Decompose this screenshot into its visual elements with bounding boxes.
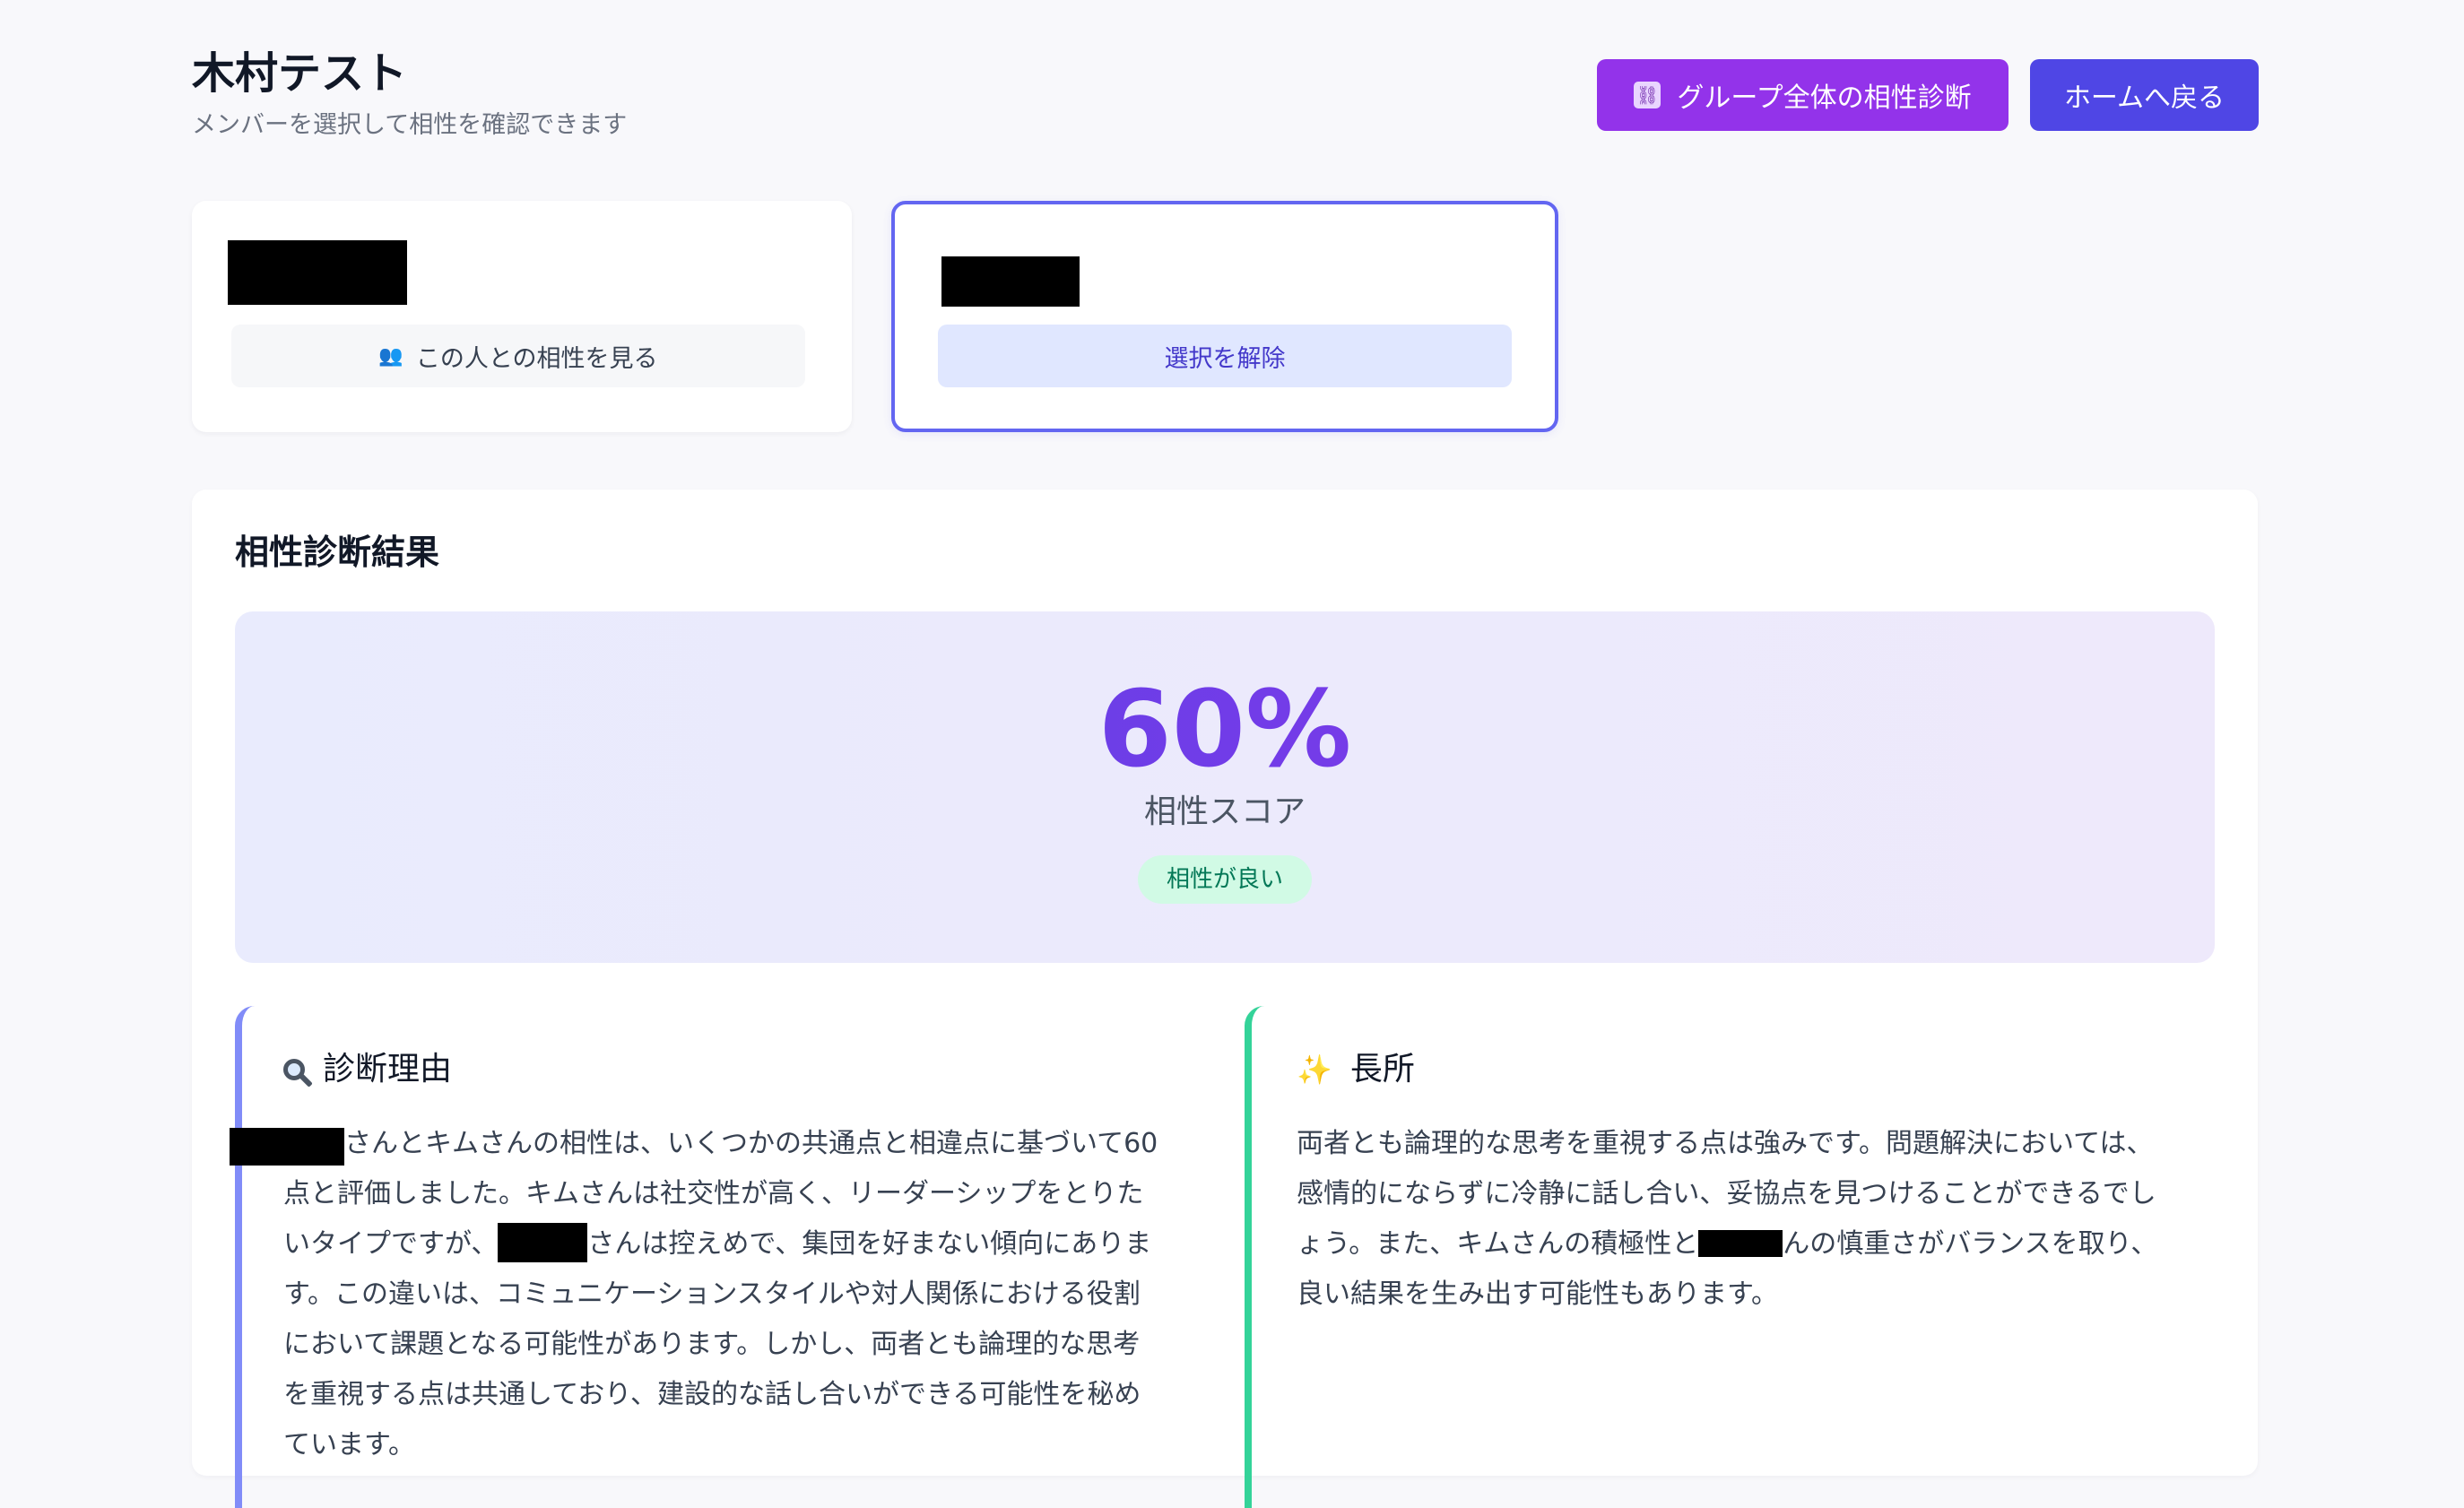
reason-text-part-2: さんは控えめで、集団を好まない傾向にあります。この違いは、コミュニケーションスタ… — [283, 1228, 1152, 1460]
reason-section: 診断理由 さんとキムさんの相性は、いくつかの共通点と相違点に基づいて60点と評価… — [230, 1006, 1210, 1508]
name-redacted — [498, 1222, 588, 1262]
view-compatibility-button[interactable]: 👥 この人との相性を見る — [231, 325, 805, 387]
strengths-heading: ✨ 長所 — [1297, 1047, 1415, 1092]
strengths-section: ✨ 長所 両者とも論理的な思考を重視する点は強みです。問題解決においては、感情的… — [1245, 1006, 2215, 1508]
page-title: 木村テスト — [192, 48, 408, 99]
deselect-label: 選択を解除 — [1164, 344, 1286, 373]
deselect-button[interactable]: 選択を解除 — [938, 325, 1512, 387]
strengths-text: 両者とも論理的な思考を重視する点は強みです。問題解決においては、感情的にならずに… — [1297, 1119, 2175, 1320]
home-button[interactable]: ホームへ戻る — [2030, 59, 2259, 131]
score-box: 60% 相性スコア 相性が良い — [235, 611, 2215, 963]
group-compatibility-button[interactable]: ⛓ グループ全体の相性診断 — [1597, 59, 2009, 131]
result-panel: 相性診断結果 60% 相性スコア 相性が良い 診断理由 さんとキムさんの相性は、… — [192, 490, 2258, 1508]
member-name-redacted — [228, 240, 407, 305]
strengths-heading-label: 長所 — [1349, 1051, 1415, 1088]
sparkles-icon: ✨ — [1297, 1053, 1332, 1087]
score-value: 60% — [235, 671, 2215, 787]
member-name-redacted — [941, 256, 1080, 307]
magnifier-icon — [283, 1059, 305, 1080]
group-compatibility-label: グループ全体の相性診断 — [1677, 82, 1972, 114]
reason-text: さんとキムさんの相性は、いくつかの共通点と相違点に基づいて60点と評価しました。… — [283, 1119, 1162, 1470]
result-title: 相性診断結果 — [235, 533, 440, 572]
reason-heading: 診断理由 — [283, 1047, 452, 1092]
name-redacted — [1698, 1229, 1783, 1257]
reason-heading-label: 診断理由 — [323, 1051, 453, 1088]
score-label: 相性スコア — [1143, 793, 1306, 830]
home-button-label: ホームへ戻る — [2063, 82, 2225, 114]
view-compatibility-label: この人との相性を見る — [415, 344, 658, 373]
people-icon: 👥 — [378, 344, 403, 368]
group-icon: ⛓ — [1634, 82, 1661, 108]
page-subtitle: メンバーを選択して相性を確認できます — [192, 111, 628, 139]
member-card-selected[interactable]: 選択を解除 — [891, 201, 1558, 432]
member-card[interactable]: 👥 この人との相性を見る — [192, 201, 852, 432]
compatibility-badge: 相性が良い — [1137, 855, 1312, 904]
